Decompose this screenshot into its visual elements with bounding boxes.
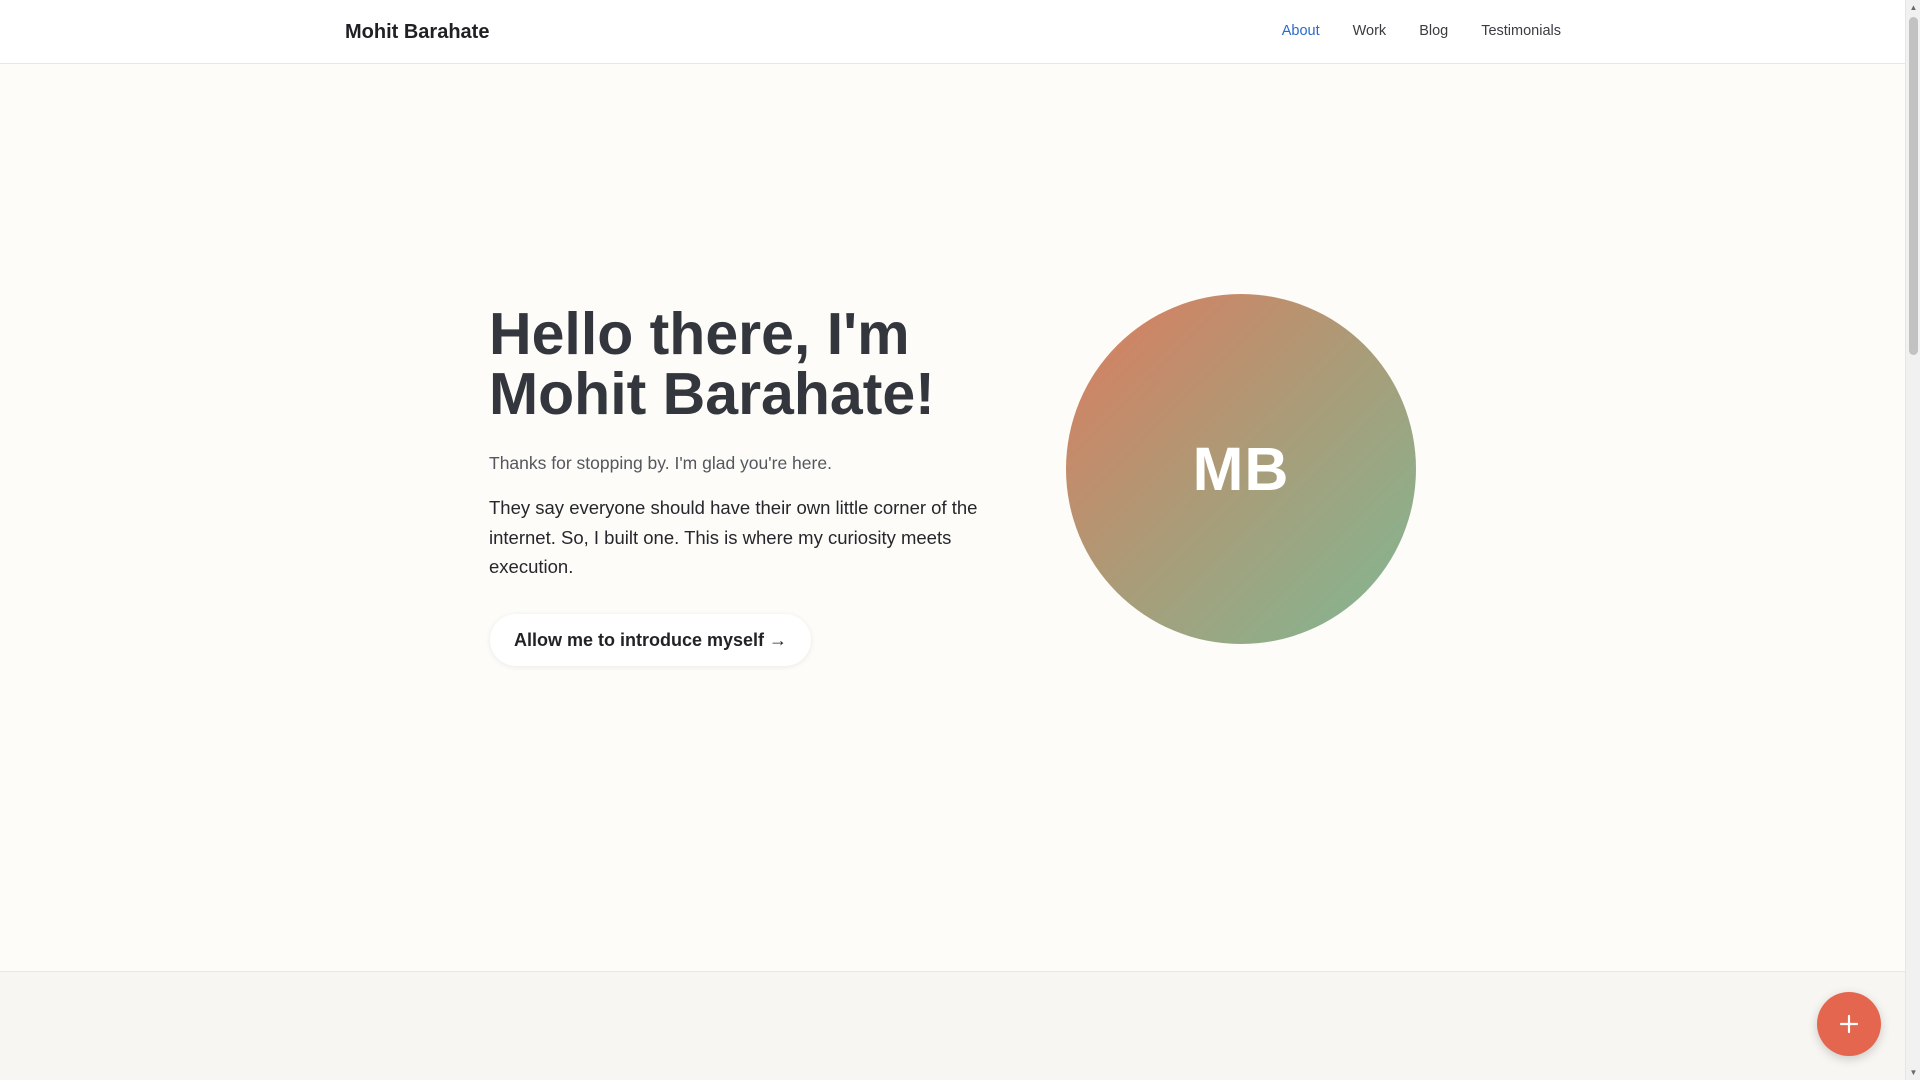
next-section	[0, 971, 1905, 1080]
page: Mohit Barahate About Work Blog Testimoni…	[0, 0, 1905, 1080]
hero-title-line-1: Hello there, I'm	[489, 301, 910, 367]
nav-link-about[interactable]: About	[1282, 21, 1320, 41]
scrollbar-thumb[interactable]	[1909, 17, 1918, 355]
plus-icon	[1839, 1014, 1859, 1034]
hero-title: Hello there, I'm Mohit Barahate!	[489, 304, 1009, 424]
site-header: Mohit Barahate About Work Blog Testimoni…	[0, 0, 1905, 64]
nav-link-work[interactable]: Work	[1353, 21, 1387, 41]
scroll-up-arrow-icon[interactable]: ▲	[1906, 0, 1920, 15]
floating-action-button[interactable]	[1817, 992, 1881, 1056]
site-brand[interactable]: Mohit Barahate	[345, 19, 489, 45]
hero-title-line-2: Mohit Barahate!	[489, 361, 935, 427]
nav-link-testimonials[interactable]: Testimonials	[1481, 21, 1561, 41]
nav-link-blog[interactable]: Blog	[1419, 21, 1448, 41]
main-nav: About Work Blog Testimonials	[1282, 21, 1561, 41]
scroll-down-arrow-icon[interactable]: ▼	[1906, 1065, 1920, 1080]
avatar: MB	[1066, 294, 1416, 644]
avatar-initials: MB	[1192, 435, 1290, 503]
page-scrollbar[interactable]: ▲ ▼	[1905, 0, 1920, 1080]
introduce-myself-button[interactable]: Allow me to introduce myself →	[490, 614, 812, 666]
hero-body-text: They say everyone should have their own …	[489, 497, 978, 577]
hero-subtitle: Thanks for stopping by. I'm glad you're …	[489, 453, 832, 473]
